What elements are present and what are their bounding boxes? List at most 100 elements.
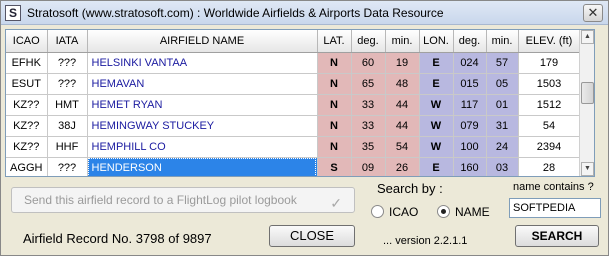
title-bar: S Stratosoft (www.stratosoft.com) : Worl… [1, 1, 608, 25]
cell-lat-min[interactable]: 19 [385, 52, 420, 74]
window-title: Stratosoft (www.stratosoft.com) : Worldw… [27, 6, 444, 20]
cell-lon[interactable]: W [419, 94, 454, 116]
cell-icao[interactable]: KZ?? [6, 136, 48, 158]
table-row[interactable]: EFHK??? HELSINKI VANTAA N 60 19 E 024 57 179 [6, 52, 581, 74]
scroll-down-icon[interactable]: ▼ [581, 162, 594, 176]
cell-lon-min[interactable]: 05 [486, 73, 519, 95]
table-row[interactable]: KZ?? HHF HEMPHILL CO N 35 54 W 100 24 2394 [6, 136, 581, 158]
cell-lon[interactable]: W [419, 136, 454, 158]
airfield-table[interactable]: ICAO IATA AIRFIELD NAME LAT. deg. min. L… [5, 29, 595, 177]
table-row[interactable]: AGGH??? HENDERSON S 09 26 E 160 03 28 [6, 157, 581, 176]
cell-lon-min[interactable]: 24 [486, 136, 519, 158]
app-icon: S [5, 5, 21, 21]
cell-lon[interactable]: E [419, 73, 454, 95]
cell-lat-min[interactable]: 54 [385, 136, 420, 158]
name-radio[interactable] [437, 205, 450, 218]
search-by-label: Search by : [377, 181, 443, 196]
record-counter: Airfield Record No. 3798 of 9897 [23, 231, 212, 246]
scrollbar-thumb[interactable] [581, 82, 594, 104]
search-button[interactable]: SEARCH [515, 225, 599, 247]
cell-lon-min[interactable]: 01 [486, 94, 519, 116]
cell-icao[interactable]: KZ?? [6, 115, 48, 137]
column-header-lon-min[interactable]: min. [486, 30, 519, 53]
cell-lat-min[interactable]: 26 [385, 157, 420, 176]
cell-elevation[interactable]: 2394 [518, 136, 581, 158]
column-header-lon-deg[interactable]: deg. [453, 30, 487, 53]
cell-airfield-name[interactable]: HEMINGWAY STUCKEY [87, 115, 318, 137]
cell-lon-deg[interactable]: 079 [453, 115, 487, 137]
cell-elevation[interactable]: 54 [518, 115, 581, 137]
column-header-lat-deg[interactable]: deg. [351, 30, 386, 53]
cell-lat-deg[interactable]: 09 [351, 157, 386, 176]
cell-airfield-name[interactable]: HEMET RYAN [87, 94, 318, 116]
cell-lon[interactable]: E [419, 157, 454, 176]
cell-lon[interactable]: E [419, 52, 454, 74]
name-contains-input[interactable] [509, 198, 601, 218]
window-close-button[interactable]: ✕ [583, 4, 603, 22]
cell-lat[interactable]: N [317, 52, 352, 74]
cell-lon-deg[interactable]: 024 [453, 52, 487, 74]
icao-radio-label[interactable]: ICAO [389, 205, 418, 219]
cell-lon-min[interactable]: 57 [486, 52, 519, 74]
table-row[interactable]: KZ?? 38J HEMINGWAY STUCKEY N 33 44 W 079 31 54 [6, 115, 581, 137]
cell-lat-deg[interactable]: 65 [351, 73, 386, 95]
cell-lon-min[interactable]: 31 [486, 115, 519, 137]
cell-lon-deg[interactable]: 015 [453, 73, 487, 95]
cell-icao[interactable]: KZ?? [6, 94, 48, 116]
cell-lat-min[interactable]: 44 [385, 94, 420, 116]
column-header-elevation[interactable]: ELEV. (ft) [518, 30, 581, 53]
cell-lon-deg[interactable]: 160 [453, 157, 487, 176]
cell-icao[interactable]: AGGH [6, 157, 48, 176]
cell-airfield-name[interactable]: HELSINKI VANTAA [87, 52, 318, 74]
scroll-up-icon[interactable]: ▲ [581, 30, 594, 44]
cell-lon-deg[interactable]: 117 [453, 94, 487, 116]
column-header-airfield-name[interactable]: AIRFIELD NAME [87, 30, 318, 53]
cell-lat[interactable]: N [317, 115, 352, 137]
cell-airfield-name[interactable]: HEMPHILL CO [87, 136, 318, 158]
cell-iata[interactable]: ??? [47, 73, 88, 95]
cell-lat-deg[interactable]: 35 [351, 136, 386, 158]
cell-lat[interactable]: N [317, 94, 352, 116]
cell-lon-deg[interactable]: 100 [453, 136, 487, 158]
cell-iata[interactable]: ??? [47, 52, 88, 74]
cell-lat-min[interactable]: 44 [385, 115, 420, 137]
cell-lon-min[interactable]: 03 [486, 157, 519, 176]
table-header-row: ICAO IATA AIRFIELD NAME LAT. deg. min. L… [6, 30, 581, 53]
cell-iata[interactable]: HMT [47, 94, 88, 116]
close-button[interactable]: CLOSE [269, 225, 355, 247]
cell-elevation[interactable]: 1512 [518, 94, 581, 116]
column-header-lat[interactable]: LAT. [317, 30, 352, 53]
cell-elevation[interactable]: 28 [518, 157, 581, 176]
cell-lat[interactable]: S [317, 157, 352, 176]
cell-lat-deg[interactable]: 60 [351, 52, 386, 74]
cell-elevation[interactable]: 179 [518, 52, 581, 74]
column-header-icao[interactable]: ICAO [6, 30, 48, 53]
cell-lat-deg[interactable]: 33 [351, 115, 386, 137]
app-window: S Stratosoft (www.stratosoft.com) : Worl… [0, 0, 609, 256]
check-icon: ✓ [330, 195, 342, 211]
cell-icao[interactable]: ESUT [6, 73, 48, 95]
cell-lat[interactable]: N [317, 73, 352, 95]
cell-iata[interactable]: 38J [47, 115, 88, 137]
cell-elevation[interactable]: 1503 [518, 73, 581, 95]
cell-lat-deg[interactable]: 33 [351, 94, 386, 116]
version-label: ... version 2.2.1.1 [383, 235, 468, 247]
cell-airfield-name[interactable]: HEMAVAN [87, 73, 318, 95]
cell-lon[interactable]: W [419, 115, 454, 137]
send-to-flightlog-button[interactable]: Send this airfield record to a FlightLog… [11, 187, 355, 213]
icao-radio[interactable] [371, 205, 384, 218]
cell-iata[interactable]: ??? [47, 157, 88, 176]
name-radio-label[interactable]: NAME [455, 205, 490, 219]
send-to-flightlog-label: Send this airfield record to a FlightLog… [24, 193, 297, 207]
vertical-scrollbar[interactable]: ▲ ▼ [579, 30, 594, 176]
table-row[interactable]: KZ?? HMT HEMET RYAN N 33 44 W 117 01 1512 [6, 94, 581, 116]
column-header-lon[interactable]: LON. [419, 30, 454, 53]
column-header-lat-min[interactable]: min. [385, 30, 420, 53]
cell-lat[interactable]: N [317, 136, 352, 158]
cell-lat-min[interactable]: 48 [385, 73, 420, 95]
cell-airfield-name[interactable]: HENDERSON [87, 157, 318, 176]
table-row[interactable]: ESUT??? HEMAVAN N 65 48 E 015 05 1503 [6, 73, 581, 95]
cell-iata[interactable]: HHF [47, 136, 88, 158]
cell-icao[interactable]: EFHK [6, 52, 48, 74]
column-header-iata[interactable]: IATA [47, 30, 88, 53]
